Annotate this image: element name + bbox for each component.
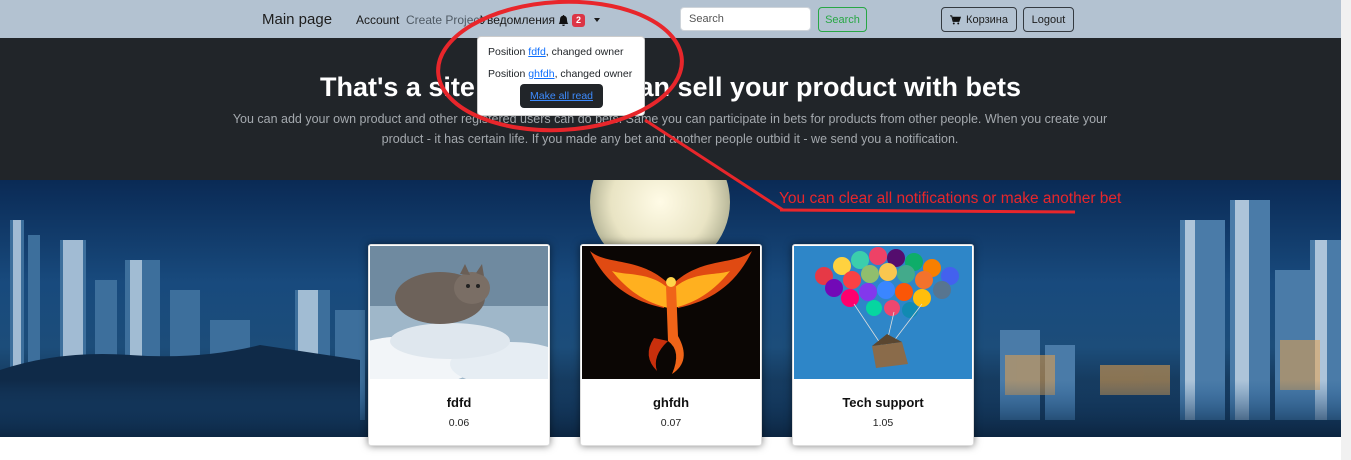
search-input[interactable] bbox=[680, 7, 811, 31]
product-card-3[interactable]: Tech support 1.05 bbox=[792, 244, 974, 446]
notification-product-link[interactable]: ghfdh bbox=[528, 68, 554, 80]
hero-section: That's a site where you can sell your pr… bbox=[0, 38, 1341, 180]
notification-item[interactable]: Position fdfd, changed owner bbox=[488, 46, 623, 58]
notification-suffix: , changed owner bbox=[554, 68, 633, 80]
annotation-text: You can clear all notifications or make … bbox=[779, 190, 1122, 207]
page-scrollbar[interactable] bbox=[1341, 0, 1351, 460]
product-title[interactable]: Tech support bbox=[793, 395, 973, 410]
product-card-2[interactable]: ghfdh 0.07 bbox=[580, 244, 762, 446]
hero-title: That's a site where you can sell your pr… bbox=[319, 72, 1022, 102]
notification-prefix: Position bbox=[488, 68, 529, 80]
mark-all-read-button[interactable]: Make all read bbox=[520, 84, 603, 108]
product-title[interactable]: ghfdh bbox=[581, 395, 761, 410]
product-image-1 bbox=[370, 246, 548, 379]
hero-description: You can add your own product and other r… bbox=[232, 112, 1108, 146]
navbar: Main page Account Create Project Уведомл… bbox=[0, 0, 1341, 38]
nav-account-link[interactable]: Account bbox=[356, 13, 399, 27]
notification-count-badge: 2 bbox=[572, 13, 586, 27]
bell-icon bbox=[558, 14, 569, 26]
cart-button-label: Корзина bbox=[966, 13, 1008, 26]
brand-link[interactable]: Main page bbox=[262, 11, 332, 28]
search-button[interactable]: Search bbox=[818, 7, 867, 32]
product-card-1[interactable]: fdfd 0.06 bbox=[368, 244, 550, 446]
nav-create-project-link[interactable]: Create Project bbox=[406, 13, 483, 27]
product-price: 1.05 bbox=[872, 417, 894, 429]
product-price: 0.06 bbox=[448, 417, 470, 429]
chevron-down-icon bbox=[594, 18, 601, 22]
notification-item[interactable]: Position ghfdh, changed owner bbox=[488, 68, 632, 80]
product-image-3 bbox=[794, 246, 972, 379]
notifications-dropdown-menu: Position fdfd, changed owner Position gh… bbox=[477, 36, 645, 116]
product-image-2 bbox=[582, 246, 760, 379]
notification-suffix: , changed owner bbox=[545, 46, 624, 58]
notifications-dropdown-toggle[interactable]: Уведомления 2 bbox=[480, 13, 601, 27]
notification-prefix: Position bbox=[488, 46, 529, 58]
product-title[interactable]: fdfd bbox=[369, 395, 549, 410]
logout-button[interactable]: Logout bbox=[1023, 7, 1074, 32]
product-price: 0.07 bbox=[660, 417, 682, 429]
cart-button[interactable]: Корзина bbox=[941, 7, 1017, 32]
cart-icon bbox=[950, 14, 962, 24]
notifications-label: Уведомления bbox=[480, 13, 556, 27]
notification-product-link[interactable]: fdfd bbox=[528, 46, 546, 58]
